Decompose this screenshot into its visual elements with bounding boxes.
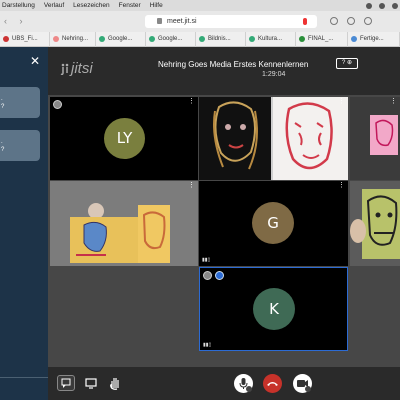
bookmarks-bar: UBS_Fi... Nehring... Google... Google...… <box>0 31 400 47</box>
menubar-status-icons <box>366 0 398 11</box>
bookmark-favicon-icon <box>299 36 305 42</box>
menu-lesezeichen[interactable]: Lesezeichen <box>73 2 110 9</box>
more-options-icon[interactable]: ⋮ <box>188 182 195 189</box>
participant-tile-ly[interactable]: ⋮ LY <box>50 97 198 180</box>
raise-hand-icon-glyph <box>110 378 119 390</box>
video-feed-green-drawing <box>350 181 400 266</box>
participant-video-pink[interactable]: ⋮ <box>350 97 400 180</box>
participant-tile-k[interactable]: K ▮▮▯ <box>199 267 348 351</box>
menu-fenster[interactable]: Fenster <box>119 2 141 9</box>
bookmark-favicon-icon <box>3 36 9 42</box>
bookmark-item[interactable]: Google... <box>96 31 146 47</box>
url-text: meet.jit.si <box>167 18 197 25</box>
chat-icon-glyph <box>61 378 71 388</box>
bookmark-item[interactable]: Nehring... <box>50 31 96 47</box>
chat-message: . ? <box>0 130 40 161</box>
location-icon[interactable] <box>366 2 372 9</box>
mac-menubar: Darstellung Verlauf Lesezeichen Fenster … <box>0 0 400 11</box>
chat-input-divider <box>0 377 48 378</box>
meeting-info-badge[interactable]: ? ⊕ <box>336 58 358 69</box>
extension-icon[interactable] <box>347 17 355 25</box>
wifi-icon[interactable] <box>392 2 398 9</box>
meeting-area: jitsi Nehring Goes Media Erstes Kennenle… <box>48 47 400 400</box>
address-bar[interactable]: meet.jit.si <box>145 15 317 28</box>
participant-video-green-drawing[interactable] <box>350 181 400 266</box>
participant-video-yellow-drawings[interactable]: ⋮ <box>50 181 198 266</box>
close-icon[interactable]: ✕ <box>29 55 41 67</box>
bookmark-item[interactable]: UBS_Fi... <box>0 31 50 47</box>
extension-icon[interactable] <box>364 17 372 25</box>
bookmark-item[interactable]: Fertige... <box>348 31 400 47</box>
bookmark-favicon-icon <box>149 36 155 42</box>
camera-icon[interactable] <box>293 374 312 393</box>
bookmark-item[interactable]: Bildnis... <box>196 31 246 47</box>
microphone-icon[interactable] <box>234 374 253 393</box>
bookmark-item[interactable]: Kultura... <box>246 31 296 47</box>
bookmark-favicon-icon <box>351 36 357 42</box>
bookmark-favicon-icon <box>199 36 205 42</box>
menu-verlauf[interactable]: Verlauf <box>44 2 64 9</box>
extension-icon[interactable] <box>330 17 338 25</box>
meeting-header: jitsi Nehring Goes Media Erstes Kennenle… <box>48 47 400 95</box>
browser-extension-icons <box>330 17 372 25</box>
video-feed-yellow-drawings <box>50 181 198 266</box>
more-options-icon[interactable]: ⋮ <box>390 98 397 105</box>
avatar: G <box>252 202 294 244</box>
participant-status-icon <box>203 271 212 280</box>
avatar: K <box>253 288 295 330</box>
lock-icon <box>157 18 162 24</box>
participant-tile-g[interactable]: ⋮ G ▮▮▯ <box>199 181 348 266</box>
jitsi-logo: jitsi <box>60 60 93 77</box>
bookmark-favicon-icon <box>99 36 105 42</box>
meeting-timer: 1:29:04 <box>262 71 286 78</box>
camera-icon-glyph <box>297 380 311 392</box>
chat-icon[interactable] <box>57 375 75 391</box>
video-feed-drawings <box>199 97 348 180</box>
microphone-indicator-icon[interactable] <box>303 18 307 25</box>
more-options-icon[interactable]: ⋮ <box>338 182 345 189</box>
avatar: LY <box>104 118 145 159</box>
bookmark-favicon-icon <box>53 36 59 42</box>
hangup-icon-glyph <box>267 382 278 386</box>
menu-darstellung[interactable]: Darstellung <box>2 2 35 9</box>
screen-share-icon-glyph <box>85 378 97 389</box>
chat-sidebar: ✕ . ? . ? <box>0 47 48 400</box>
screen-share-icon[interactable] <box>82 375 100 391</box>
browser-toolbar: ‹ › meet.jit.si <box>0 11 400 32</box>
connection-indicator-icon: ▮▮▯ <box>202 257 211 263</box>
video-feed-pink-drawing <box>350 97 400 180</box>
more-options-icon[interactable]: ⋮ <box>188 98 195 105</box>
hangup-icon[interactable] <box>263 374 282 393</box>
moderator-icon <box>215 271 224 280</box>
participant-status-icon <box>53 100 62 109</box>
chat-message: . ? <box>0 87 40 118</box>
bookmark-item[interactable]: Google... <box>146 31 196 47</box>
jitsi-logo-icon <box>60 63 69 76</box>
status-icon[interactable] <box>379 2 385 9</box>
connection-indicator-icon: ▮▮▯ <box>203 342 212 348</box>
raise-hand-icon[interactable] <box>106 375 124 391</box>
meeting-toolbar <box>48 367 400 400</box>
more-options-icon[interactable]: ⋮ <box>338 98 345 105</box>
nav-arrows[interactable]: ‹ › <box>4 16 28 26</box>
bookmark-item[interactable]: FINAL_... <box>296 31 348 47</box>
participant-video-drawings[interactable]: ⋮ <box>199 97 348 180</box>
bookmark-favicon-icon <box>249 36 255 42</box>
menu-hilfe[interactable]: Hilfe <box>150 2 163 9</box>
microphone-icon-glyph <box>239 378 252 392</box>
